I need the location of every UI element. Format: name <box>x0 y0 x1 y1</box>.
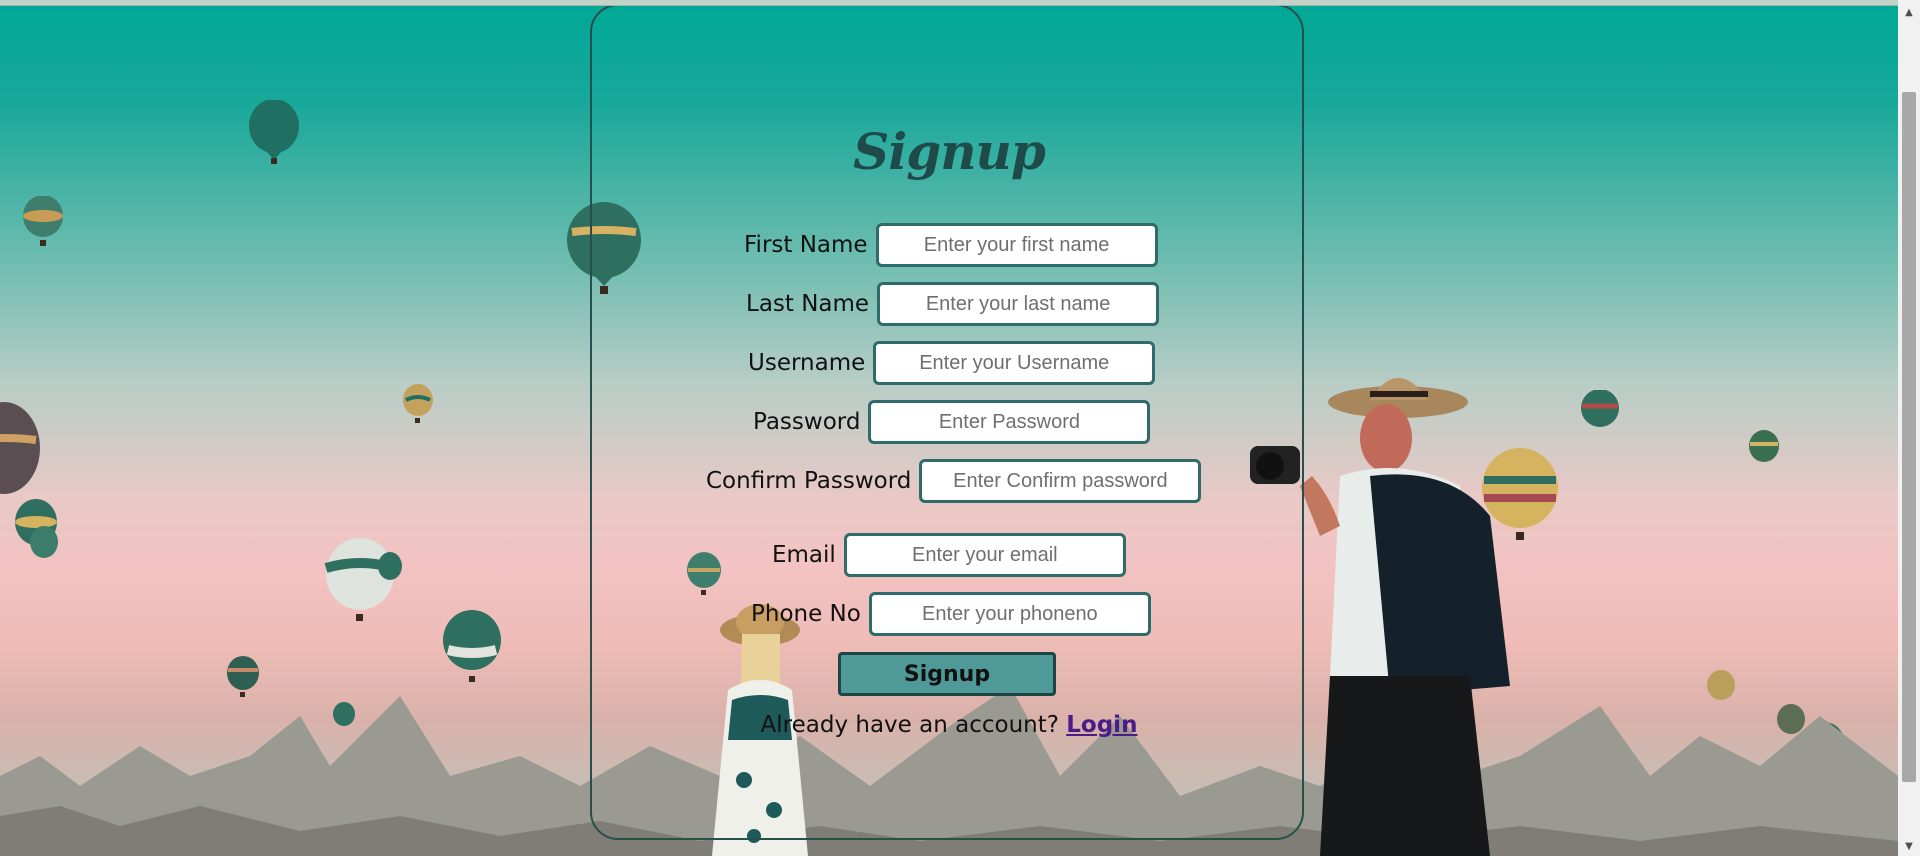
email-row: Email <box>772 533 1126 577</box>
password-input[interactable] <box>868 400 1151 444</box>
scrollbar-thumb[interactable] <box>1902 92 1916 782</box>
first-name-label: First Name <box>744 232 868 258</box>
password-row: Password <box>753 400 1151 444</box>
first-name-input[interactable] <box>875 223 1158 267</box>
balloon-decoration <box>15 499 58 558</box>
confirm-password-input[interactable] <box>919 459 1202 503</box>
form-title: Signup <box>853 122 1046 181</box>
phone-row: Phone No <box>751 592 1151 636</box>
balloon-decoration <box>0 402 40 494</box>
chevron-up-icon[interactable]: ▲ <box>1898 4 1920 22</box>
login-link[interactable]: Login <box>1066 712 1137 738</box>
login-prompt: Already have an account? Login <box>0 712 1898 738</box>
email-label: Email <box>772 542 836 568</box>
browser-top-edge <box>0 0 1920 6</box>
confirm-password-label: Confirm Password <box>706 468 912 494</box>
last-name-input[interactable] <box>877 282 1160 326</box>
first-name-row: First Name <box>744 223 1158 267</box>
last-name-label: Last Name <box>746 291 870 317</box>
vertical-scrollbar[interactable]: ▲ ▼ <box>1898 0 1920 856</box>
balloon-decoration <box>403 384 433 423</box>
username-label: Username <box>748 350 866 376</box>
balloon-decoration <box>324 538 402 621</box>
confirm-password-row: Confirm Password <box>706 459 1202 503</box>
balloon-decoration <box>1581 390 1619 427</box>
phone-label: Phone No <box>751 601 861 627</box>
phone-input[interactable] <box>868 592 1151 636</box>
username-row: Username <box>748 341 1156 385</box>
balloon-decoration <box>1749 430 1779 462</box>
balloon-decoration <box>23 196 63 246</box>
login-prompt-text: Already have an account? <box>760 712 1059 738</box>
last-name-row: Last Name <box>746 282 1160 326</box>
signup-button[interactable]: Signup <box>838 652 1056 696</box>
password-label: Password <box>753 409 861 435</box>
email-input[interactable] <box>843 533 1126 577</box>
chevron-down-icon[interactable]: ▼ <box>1898 838 1920 856</box>
username-input[interactable] <box>873 341 1156 385</box>
